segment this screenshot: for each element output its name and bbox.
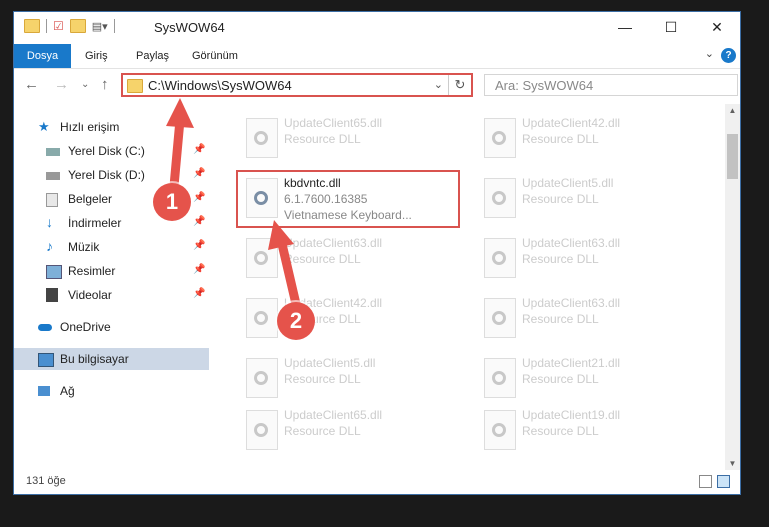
arrow-1-head [166,98,194,128]
step-badge-2: 2 [277,302,315,340]
arrow-2-head [268,220,294,250]
annotation-arrows [166,98,301,309]
step-badge-1: 1 [153,183,191,221]
arrow-2-shaft [277,239,301,309]
arrow-1-shaft [169,115,185,191]
